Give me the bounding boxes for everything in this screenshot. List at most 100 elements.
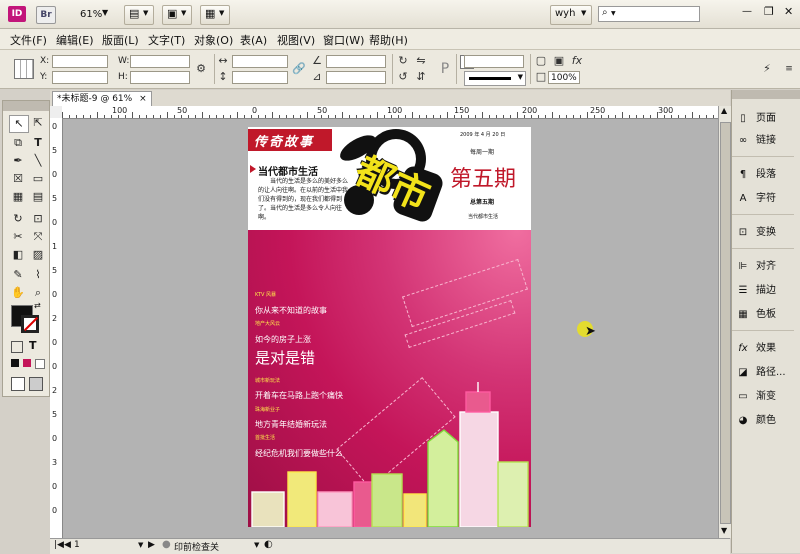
width-field[interactable] (130, 55, 190, 68)
vertical-ruler[interactable]: 0 5 0 5 0 1 5 0 2 0 0 2 5 0 3 0 0 (50, 118, 63, 538)
shear-field[interactable] (326, 71, 386, 84)
formatting-text-icon[interactable]: T (29, 339, 37, 352)
menu-file[interactable]: 文件(F) (10, 32, 47, 48)
menu-object[interactable]: 对象(O) (194, 32, 233, 48)
stroke-weight-field[interactable] (464, 55, 524, 68)
page-dropdown-icon[interactable]: ▼ (138, 541, 143, 549)
menu-view[interactable]: 视图(V) (277, 32, 315, 48)
formatting-container-button[interactable] (11, 341, 23, 353)
panel-links[interactable]: ∞ 链接 (736, 132, 798, 150)
magazine-page[interactable]: 传奇故事 当代都市生活 当代的生活是多么的美好多么的让人向往啊。在以前的生活中我… (248, 127, 531, 527)
reference-point-grid[interactable] (14, 59, 34, 79)
y-position-field[interactable] (52, 71, 108, 84)
apply-color-button[interactable] (11, 359, 19, 367)
panel-color[interactable]: ◕ 颜色 (736, 412, 798, 430)
minimize-button[interactable]: — (742, 6, 752, 17)
workspace-switcher[interactable]: wyh ▼ (550, 5, 592, 25)
scale-x-field[interactable] (232, 55, 288, 68)
zoom-level[interactable]: 61% (80, 9, 102, 20)
zoom-tool-icon[interactable]: ⌕ (29, 285, 47, 301)
panel-swatches[interactable]: ▦ 色板 (736, 306, 798, 324)
pen-tool-icon[interactable]: ✒ (9, 153, 27, 169)
toolbox-header[interactable] (3, 101, 49, 111)
rotate-cw-icon[interactable]: ↻ (396, 54, 410, 68)
close-button[interactable]: ✕ (784, 5, 793, 18)
horizontal-ruler[interactable]: 100 50 0 50 100 150 200 250 300 (62, 106, 718, 119)
prev-page-icon[interactable]: ◀ (64, 540, 71, 550)
scroll-thumb[interactable] (720, 122, 731, 524)
zoom-dropdown-icon[interactable]: ▼ (102, 8, 108, 17)
preflight-dropdown-icon[interactable]: ▼ (254, 541, 259, 549)
menu-window[interactable]: 窗口(W) (323, 32, 364, 48)
scale-y-field[interactable] (232, 71, 288, 84)
rotation-field[interactable] (326, 55, 386, 68)
eyedropper-tool-icon[interactable]: ⌇ (29, 267, 47, 283)
free-transform-tool-icon[interactable]: ⤧ (29, 229, 47, 245)
document-tab[interactable]: *未标题-9 @ 61% × (52, 91, 152, 106)
flip-h-icon[interactable]: ⇋ (414, 54, 428, 68)
panel-transform[interactable]: ⊡ 变换 (736, 224, 798, 242)
view-options-button[interactable]: ▤ ▼ (124, 5, 154, 25)
note-tool-icon[interactable]: ✎ (9, 267, 27, 283)
menu-help[interactable]: 帮助(H) (369, 32, 408, 48)
x-position-field[interactable] (52, 55, 108, 68)
menu-edit[interactable]: 编辑(E) (56, 32, 94, 48)
link-scale-icon[interactable]: 🔗 (292, 62, 306, 76)
normal-view-button[interactable] (11, 377, 25, 391)
scale-tool-icon[interactable]: ⊡ (29, 211, 47, 227)
apply-none-button[interactable] (35, 359, 45, 369)
quick-apply-icon[interactable]: ⚡ (760, 62, 774, 76)
menu-table[interactable]: 表(A) (240, 32, 267, 48)
line-tool-icon[interactable]: ╲ (29, 153, 47, 169)
constrain-proportions-icon[interactable]: ⚙ (194, 62, 208, 76)
height-field[interactable] (130, 71, 190, 84)
preview-view-button[interactable] (29, 377, 43, 391)
panel-paragraph[interactable]: ¶ 段落 (736, 166, 798, 184)
restore-button[interactable]: ❐ (764, 5, 774, 18)
panel-dock-header[interactable] (732, 90, 800, 99)
rectangle-frame-tool-icon[interactable]: ☒ (9, 171, 27, 187)
panel-align[interactable]: ⊫ 对齐 (736, 258, 798, 276)
next-page-icon[interactable]: ▶ (148, 540, 155, 550)
arrange-documents-button[interactable]: ▦ ▼ (200, 5, 230, 25)
vertical-scrollbar[interactable]: ▲ ▼ (718, 106, 731, 538)
menu-layout[interactable]: 版面(L) (102, 32, 139, 48)
flip-v-icon[interactable]: ⇵ (414, 70, 428, 84)
swap-colors-icon[interactable]: ⇄ (34, 301, 41, 310)
stroke-color-swatch[interactable] (21, 315, 39, 333)
page-tool-icon[interactable]: ⧉ (9, 135, 27, 151)
drop-shadow-icon[interactable]: ▣ (552, 54, 566, 68)
panel-character[interactable]: A 字符 (736, 190, 798, 208)
rotate-ccw-icon[interactable]: ↺ (396, 70, 410, 84)
selection-tool-icon[interactable]: ↖ (9, 115, 29, 133)
gradient-tool-icon[interactable]: ◧ (9, 247, 27, 263)
stroke-type-selector[interactable]: ▼ (464, 71, 526, 86)
panel-pathfinder[interactable]: ◪ 路径... (736, 364, 798, 382)
panel-menu-icon[interactable]: ≡ (782, 62, 796, 76)
scroll-down-icon[interactable]: ▼ (721, 526, 727, 535)
page-number[interactable]: 1 (74, 540, 80, 550)
rotate-tool-icon[interactable]: ↻ (9, 211, 27, 227)
bridge-button[interactable]: Br (36, 6, 56, 24)
fx-icon[interactable]: fx (570, 54, 584, 68)
scissors-tool-icon[interactable]: ✂ (9, 229, 27, 245)
effects-box-icon[interactable]: ▢ (534, 54, 548, 68)
panel-gradient[interactable]: ▭ 渐变 (736, 388, 798, 406)
scroll-up-icon[interactable]: ▲ (721, 106, 727, 115)
apply-gradient-button[interactable] (23, 359, 31, 367)
type-tool-icon[interactable]: T (29, 135, 47, 151)
close-tab-icon[interactable]: × (139, 94, 147, 104)
direct-selection-tool-icon[interactable]: ⇱ (29, 115, 47, 131)
preflight-label[interactable]: 印前检查关 (174, 540, 219, 553)
open-folder-icon[interactable]: ◐ (264, 539, 273, 550)
hand-tool-icon[interactable]: ✋ (9, 285, 27, 301)
frame-grid-tool-icon[interactable]: ▦ (9, 189, 27, 205)
search-field[interactable]: ⌕ ▼ (598, 6, 700, 22)
menu-type[interactable]: 文字(T) (148, 32, 185, 48)
rectangle-tool-icon[interactable]: ▭ (29, 171, 47, 187)
opacity-field[interactable]: 100% (548, 71, 580, 84)
screen-mode-button[interactable]: ▣ ▼ (162, 5, 192, 25)
first-page-icon[interactable]: |◀ (54, 540, 64, 550)
panel-pages[interactable]: ▯ 页面 (736, 110, 798, 128)
panel-effects[interactable]: fx 效果 (736, 340, 798, 358)
